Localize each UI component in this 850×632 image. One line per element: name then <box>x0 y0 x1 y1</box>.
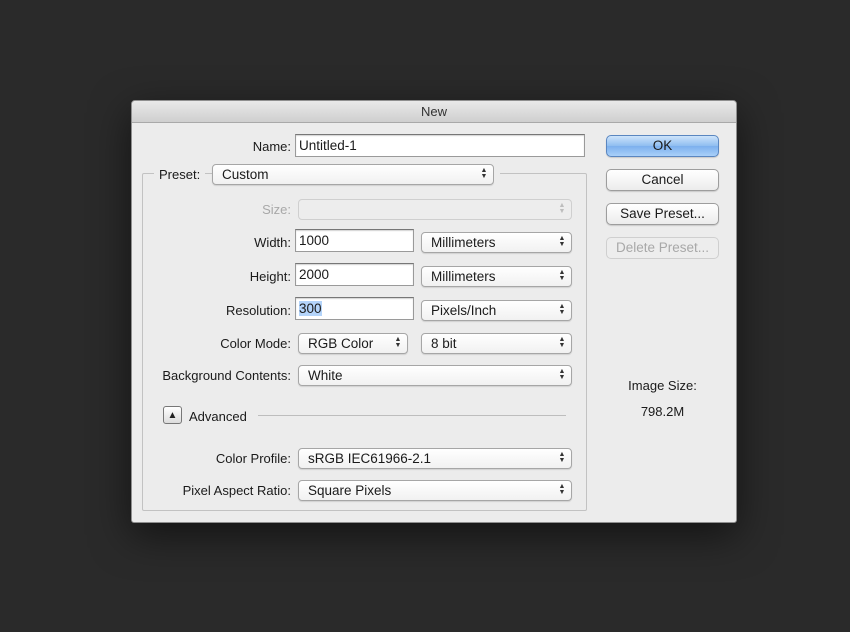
save-preset-button[interactable]: Save Preset... <box>606 203 719 225</box>
resolution-unit-select[interactable]: Pixels/Inch ▲ ▼ <box>421 300 572 321</box>
pixel-aspect-ratio-select[interactable]: Square Pixels ▲ ▼ <box>298 480 572 501</box>
ok-button[interactable]: OK <box>606 135 719 157</box>
name-field[interactable]: Untitled-1 <box>295 134 585 157</box>
color-profile-value: sRGB IEC61966-2.1 <box>308 451 432 466</box>
advanced-divider <box>258 415 566 416</box>
background-contents-select[interactable]: White ▲ ▼ <box>298 365 572 386</box>
updown-chevron-icon: ▲ ▼ <box>558 368 566 381</box>
image-size-value: 798.2M <box>640 404 685 419</box>
preset-legend: Preset: <box>154 165 206 183</box>
updown-chevron-icon: ▲ ▼ <box>558 451 566 464</box>
new-document-dialog: New Name: Untitled-1 Preset: Custom ▲ ▼ S… <box>131 100 737 523</box>
height-field[interactable]: 2000 <box>295 263 414 286</box>
updown-chevron-icon: ▲ ▼ <box>558 303 566 316</box>
updown-chevron-icon: ▲ ▼ <box>558 235 566 248</box>
updown-chevron-icon: ▲ ▼ <box>558 483 566 496</box>
preset-label: Preset: <box>159 167 201 182</box>
resolution-value: 300 <box>299 301 322 316</box>
preset-value: Custom <box>222 167 269 182</box>
color-profile-label: Color Profile: <box>215 451 291 466</box>
height-unit-select[interactable]: Millimeters ▲ ▼ <box>421 266 572 287</box>
updown-chevron-icon: ▲ ▼ <box>558 336 566 349</box>
width-unit-select[interactable]: Millimeters ▲ ▼ <box>421 232 572 253</box>
resolution-field[interactable]: 300 <box>295 297 414 320</box>
resolution-label: Resolution: <box>225 303 291 318</box>
size-select: ▲ ▼ <box>298 199 572 220</box>
advanced-toggle-button[interactable]: ▲ <box>163 406 182 424</box>
dialog-title: New <box>132 101 736 123</box>
size-label: Size: <box>262 202 291 217</box>
background-contents-value: White <box>308 368 343 383</box>
name-label: Name: <box>252 139 291 154</box>
width-field[interactable]: 1000 <box>295 229 414 252</box>
height-unit-value: Millimeters <box>431 269 496 284</box>
pixel-aspect-ratio-value: Square Pixels <box>308 483 392 498</box>
updown-chevron-icon: ▲ ▼ <box>558 269 566 282</box>
updown-chevron-icon: ▲ ▼ <box>558 202 566 215</box>
color-mode-select[interactable]: RGB Color ▲ ▼ <box>298 333 408 354</box>
preset-select[interactable]: Custom ▲ ▼ <box>212 164 494 185</box>
height-label: Height: <box>249 269 291 284</box>
bit-depth-value: 8 bit <box>431 336 457 351</box>
width-label: Width: <box>254 235 291 250</box>
color-mode-value: RGB Color <box>308 336 374 351</box>
updown-chevron-icon: ▲ ▼ <box>394 336 402 349</box>
updown-chevron-icon: ▲ ▼ <box>480 167 488 180</box>
cancel-button[interactable]: Cancel <box>606 169 719 191</box>
pixel-aspect-ratio-label: Pixel Aspect Ratio: <box>182 483 291 498</box>
advanced-label: Advanced <box>189 409 247 424</box>
color-profile-select[interactable]: sRGB IEC61966-2.1 ▲ ▼ <box>298 448 572 469</box>
background-contents-label: Background Contents: <box>162 368 291 383</box>
width-unit-value: Millimeters <box>431 235 496 250</box>
image-size-label: Image Size: <box>628 378 697 393</box>
triangle-up-icon: ▲ <box>167 410 178 421</box>
bit-depth-select[interactable]: 8 bit ▲ ▼ <box>421 333 572 354</box>
resolution-unit-value: Pixels/Inch <box>431 303 497 318</box>
color-mode-label: Color Mode: <box>220 336 291 351</box>
delete-preset-button: Delete Preset... <box>606 237 719 259</box>
